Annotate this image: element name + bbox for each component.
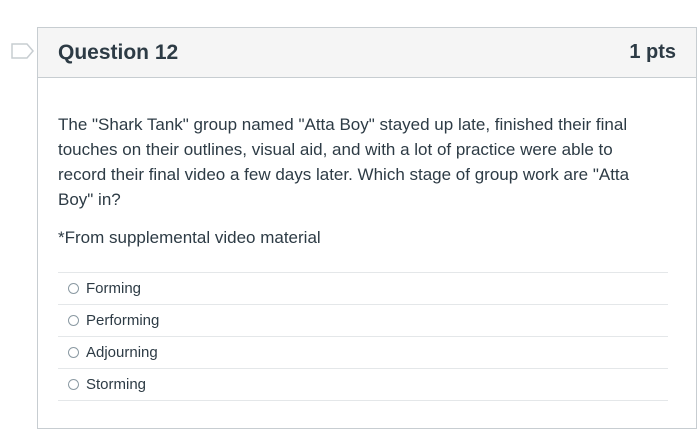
answer-option-forming[interactable]: Forming (58, 272, 668, 304)
answer-option-performing[interactable]: Performing (58, 304, 668, 336)
radio-button-icon[interactable] (68, 379, 79, 390)
answer-option-adjourning[interactable]: Adjourning (58, 336, 668, 368)
answer-label: Storming (86, 376, 147, 393)
question-header: Question 12 1 pts (38, 28, 696, 78)
radio-button-icon[interactable] (68, 283, 79, 294)
answer-label: Forming (86, 280, 142, 297)
question-card: Question 12 1 pts The "Shark Tank" group… (37, 27, 697, 429)
question-text: The "Shark Tank" group named "Atta Boy" … (58, 115, 630, 209)
question-body: The "Shark Tank" group named "Atta Boy" … (38, 78, 696, 401)
radio-button-icon[interactable] (68, 315, 79, 326)
flag-question-icon[interactable] (10, 42, 36, 60)
bookmark-flag-icon (11, 43, 34, 59)
question-title: Question 12 (58, 40, 179, 64)
question-points: 1 pts (629, 41, 676, 63)
radio-button-icon[interactable] (68, 347, 79, 358)
answer-list: Forming Performing Adjourning Storming (58, 272, 668, 401)
quiz-page: Question 12 1 pts The "Shark Tank" group… (0, 0, 700, 435)
answer-label: Adjourning (86, 344, 158, 361)
answer-label: Performing (86, 312, 160, 329)
question-note: *From supplemental video material (58, 228, 321, 247)
answer-option-storming[interactable]: Storming (58, 368, 668, 401)
